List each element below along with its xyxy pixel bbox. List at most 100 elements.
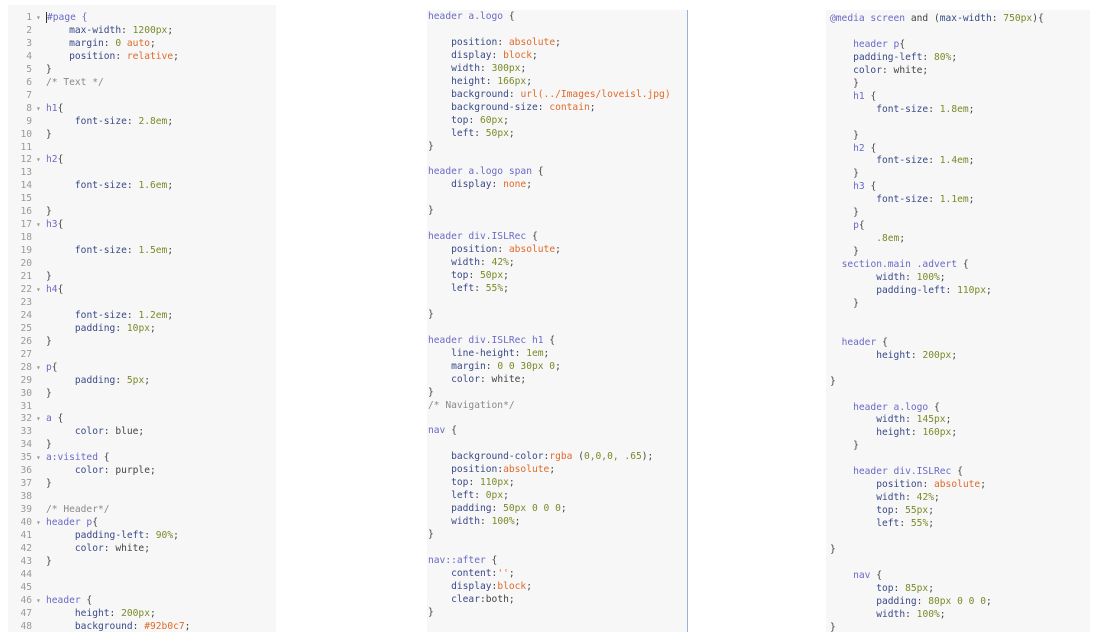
line-number: 45 xyxy=(20,581,32,593)
code-line: 42 color: white; xyxy=(18,542,150,555)
code-token: : xyxy=(115,322,127,334)
code-token: top xyxy=(451,477,469,489)
code-line: } xyxy=(830,245,859,258)
code-line: 13 xyxy=(18,166,46,179)
code-token: : xyxy=(537,101,550,113)
code-line: h1 { xyxy=(830,90,876,103)
code-token: 42% xyxy=(916,492,934,504)
fold-arrow-icon[interactable]: ▾ xyxy=(36,451,46,464)
code-token: } xyxy=(46,335,52,347)
code-line: nav { xyxy=(830,569,882,582)
code-token: margin xyxy=(69,37,104,49)
code-token: ; xyxy=(951,427,958,439)
code-token: background-color xyxy=(451,451,544,463)
code-line: width: 100%; xyxy=(830,271,945,284)
code-token: ; xyxy=(555,244,561,256)
code-token: rgba xyxy=(549,451,573,463)
code-token: { xyxy=(92,517,98,529)
fold-arrow-icon[interactable]: ▾ xyxy=(36,218,46,231)
fold-arrow-icon[interactable]: ▾ xyxy=(36,516,46,529)
code-line: 46 ▾ header { xyxy=(18,594,92,607)
code-line: padding-left: 110px; xyxy=(830,284,992,297)
code-token: { xyxy=(57,154,64,166)
fold-arrow-icon[interactable]: ▾ xyxy=(36,361,46,374)
code-token: ; xyxy=(928,582,934,594)
code-editor-pane-right[interactable]: @media screen and (max-width: 750px){ he… xyxy=(826,10,1090,632)
code-token: :both; xyxy=(480,593,515,605)
fold-arrow-icon[interactable]: ▾ xyxy=(36,412,46,425)
code-token: absolute xyxy=(508,36,556,48)
code-token: absolute xyxy=(934,479,981,491)
code-token: : white; xyxy=(103,542,150,554)
code-token: : white; xyxy=(480,373,527,385)
code-token: width xyxy=(876,608,906,620)
fold-arrow-icon[interactable]: ▾ xyxy=(36,102,46,115)
code-line: 4 position: relative; xyxy=(18,50,179,63)
line-number: 25 xyxy=(20,322,32,334)
code-token: ; xyxy=(968,155,975,167)
code-line: display: block; xyxy=(428,49,538,62)
code-line: 2 max-width: 1200px; xyxy=(18,24,173,37)
line-number: 19 xyxy=(20,245,32,257)
code-token: padding xyxy=(451,503,492,515)
code-token: : xyxy=(922,51,934,63)
code-line: 3 margin: 0 auto; xyxy=(18,37,156,50)
code-token: font-size xyxy=(74,180,127,192)
code-editor-pane-middle[interactable]: header a.logo { position: absolute; disp… xyxy=(427,10,688,632)
code-token: 145px xyxy=(916,414,946,426)
line-number: 41 xyxy=(20,530,32,541)
code-token: : xyxy=(115,50,127,62)
code-line: left: 55%; xyxy=(428,282,509,295)
code-token: 0 0 30px 0 xyxy=(497,360,556,372)
code-token: '' xyxy=(497,567,509,579)
code-token: ; xyxy=(589,101,596,113)
code-line: 36 color: purple; xyxy=(18,464,155,477)
code-token: : xyxy=(916,595,929,607)
code-line: width: 42%; xyxy=(830,491,940,504)
code-token: h1 xyxy=(853,90,865,102)
code-line: 33 color: blue; xyxy=(18,425,144,438)
code-token: 55% xyxy=(485,282,504,294)
code-token: color xyxy=(74,542,104,554)
code-token: { xyxy=(864,90,877,102)
code-line: left: 55%; xyxy=(830,517,934,530)
fold-arrow-icon[interactable]: ▾ xyxy=(36,11,46,24)
code-token: position xyxy=(876,479,923,491)
code-editor-pane-left[interactable]: 1 ▾ #page {2 max-width: 1200px; 3 margin: 0… xyxy=(8,5,276,632)
line-number: 24 xyxy=(20,309,32,321)
fold-arrow-icon[interactable]: ▾ xyxy=(36,153,46,166)
code-line: 28 ▾ p{ xyxy=(18,361,57,374)
line-number: 39 xyxy=(20,504,32,516)
code-token: : xyxy=(928,155,940,167)
code-line: } xyxy=(830,167,859,180)
code-token: ; xyxy=(928,518,934,530)
code-token: : xyxy=(928,103,940,115)
code-line: padding: 50px 0 0 0; xyxy=(428,502,567,515)
code-token: #page { xyxy=(47,12,88,23)
code-line: } xyxy=(428,308,434,321)
code-token: { xyxy=(57,219,64,231)
line-number: 6 xyxy=(26,76,32,88)
line-number: 18 xyxy=(20,232,32,244)
code-token: block xyxy=(497,580,527,592)
fold-arrow-icon[interactable]: ▾ xyxy=(36,283,46,296)
code-token: header p xyxy=(853,38,900,50)
fold-arrow-icon[interactable]: ▾ xyxy=(36,594,46,607)
